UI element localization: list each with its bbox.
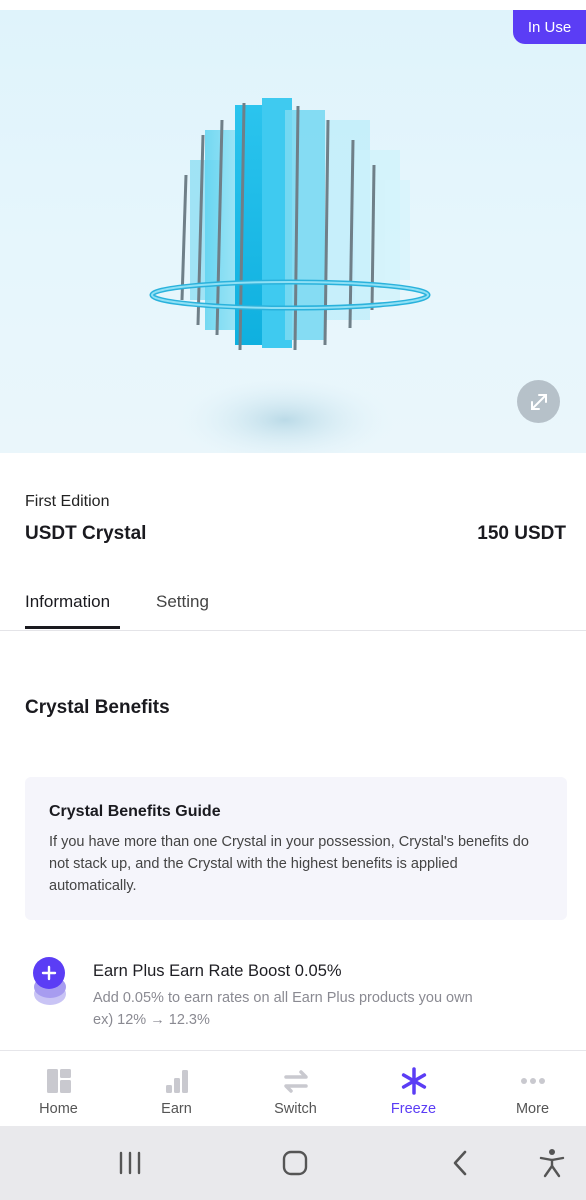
system-navigation-bar <box>0 1126 586 1200</box>
edition-label: First Edition <box>25 493 110 510</box>
nav-earn[interactable]: Earn <box>118 1051 235 1127</box>
recents-icon[interactable] <box>113 1146 147 1180</box>
bottom-navigation: Home Earn Switch Freeze More <box>0 1050 586 1126</box>
crystal-hero-image: In Use <box>0 10 586 453</box>
benefit-desc-line1: Add 0.05% to earn rates on all Earn Plus… <box>93 990 473 1006</box>
home-button-icon[interactable] <box>278 1146 312 1180</box>
crystal-illustration <box>149 98 431 453</box>
switch-arrows-icon <box>283 1070 308 1093</box>
nav-freeze[interactable]: Freeze <box>355 1051 472 1127</box>
nav-switch-label: Switch <box>274 1101 317 1117</box>
home-grid-icon <box>46 1069 71 1093</box>
active-tab-indicator <box>25 626 120 629</box>
section-title: Crystal Benefits <box>25 697 170 718</box>
nav-switch[interactable]: Switch <box>237 1051 354 1127</box>
benefit-title: Earn Plus Earn Rate Boost 0.05% <box>93 962 342 980</box>
bar-chart-icon <box>165 1070 188 1093</box>
benefit-description: Add 0.05% to earn rates on all Earn Plus… <box>93 987 563 1031</box>
benefit-desc-line2: ex) 12% → 12.3% <box>93 1012 210 1028</box>
more-dots-icon <box>520 1078 545 1084</box>
asterisk-icon <box>401 1067 426 1095</box>
item-price: 150 USDT <box>477 523 566 544</box>
nav-home[interactable]: Home <box>0 1051 117 1127</box>
tab-information[interactable]: Information <box>25 592 110 612</box>
nav-more-label: More <box>515 1101 550 1117</box>
back-icon[interactable] <box>444 1146 478 1180</box>
plus-coin-icon <box>30 956 70 1008</box>
in-use-badge: In Use <box>513 10 586 44</box>
item-name: USDT Crystal <box>25 523 147 544</box>
tab-setting[interactable]: Setting <box>156 592 209 612</box>
nav-more[interactable]: More <box>474 1051 586 1127</box>
tab-bar: Information Setting <box>0 578 586 631</box>
nav-freeze-label: Freeze <box>390 1101 437 1117</box>
benefits-guide-card: Crystal Benefits Guide If you have more … <box>25 777 567 920</box>
expand-arrows-icon[interactable] <box>517 380 560 423</box>
nav-earn-label: Earn <box>161 1101 192 1117</box>
guide-text: If you have more than one Crystal in you… <box>49 834 529 894</box>
accessibility-icon[interactable] <box>535 1146 569 1180</box>
guide-title: Crystal Benefits Guide <box>49 803 221 820</box>
nav-home-label: Home <box>39 1101 78 1117</box>
